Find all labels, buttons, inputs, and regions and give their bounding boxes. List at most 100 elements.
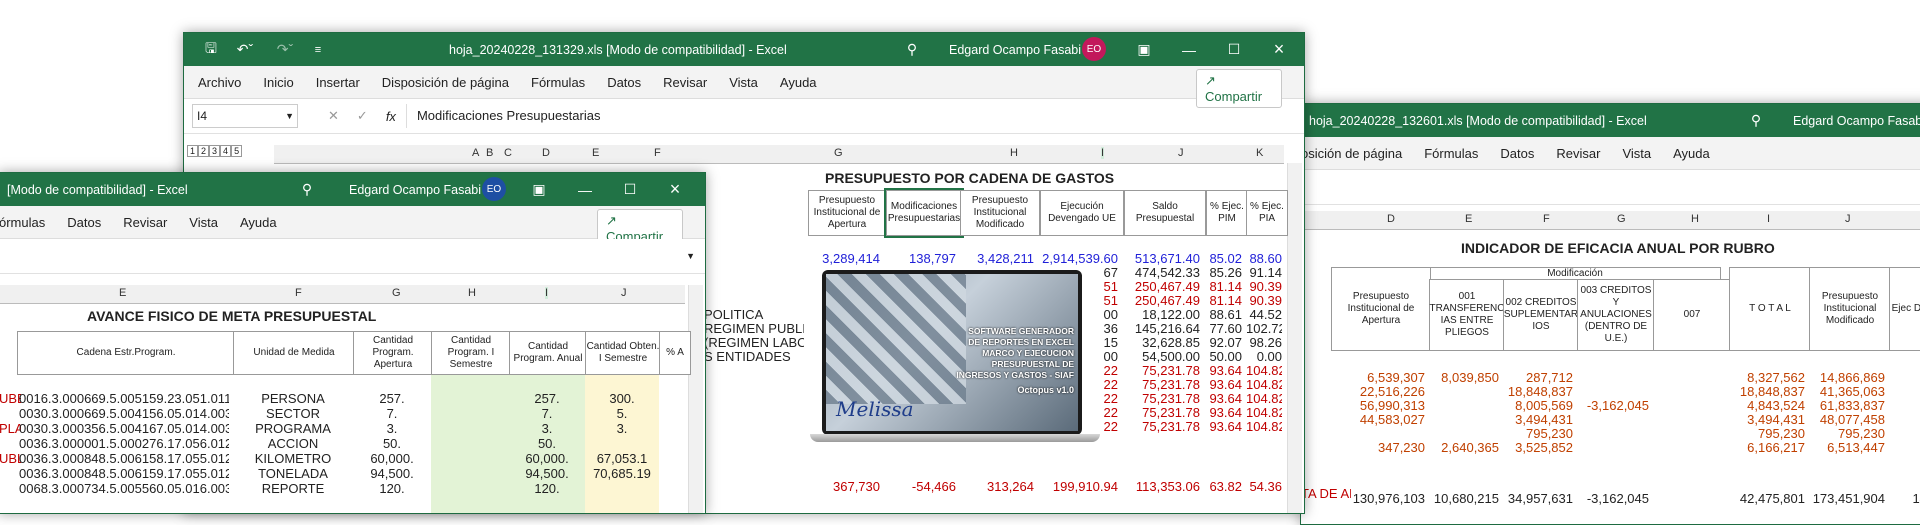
vertical-scrollbar[interactable] — [1287, 163, 1302, 513]
promo-line-3: MARCO Y EJECUCION — [982, 348, 1074, 358]
col-f[interactable]: F — [654, 147, 661, 159]
tab-formulas[interactable]: Fórmulas — [1424, 146, 1478, 161]
col-f[interactable]: F — [1543, 213, 1550, 225]
col-i[interactable]: I — [1101, 147, 1105, 159]
customize-toolbar-icon[interactable]: ≡ — [308, 33, 328, 66]
tab-data[interactable]: Datos — [607, 75, 641, 90]
col-h[interactable]: H — [1691, 213, 1699, 225]
tab-review[interactable]: Revisar — [123, 215, 167, 230]
col-g[interactable]: G — [1617, 213, 1626, 225]
col-j[interactable]: J — [1178, 147, 1184, 159]
col-i[interactable]: I — [545, 287, 549, 299]
save-icon[interactable]: 🖫 — [200, 33, 222, 66]
share-button[interactable]: ↗ Compartir — [1196, 69, 1282, 108]
fx-icon[interactable]: fx — [386, 109, 396, 124]
formula-input[interactable]: Modificaciones Presupuestarias — [405, 104, 1304, 128]
table-header-1: Modificaciones Presupuestarias — [884, 188, 964, 238]
formula-bar[interactable] — [1301, 170, 1920, 205]
table-cell: 4,843,524 — [1747, 398, 1805, 413]
table-cell: 173,451,904 — [1812, 491, 1885, 506]
chevron-down-icon[interactable]: ▼ — [686, 251, 695, 261]
search-icon[interactable]: ⚲ — [292, 173, 322, 206]
col-i[interactable]: I — [1767, 213, 1770, 225]
tab-view[interactable]: Vista — [729, 75, 758, 90]
table-cell: PLA — [0, 421, 21, 436]
table-cell: 795,230 — [1838, 426, 1885, 441]
col-j[interactable]: J — [1845, 213, 1851, 225]
col-f[interactable]: F — [295, 287, 302, 299]
search-icon[interactable]: ⚲ — [897, 33, 927, 66]
close-icon[interactable]: × — [1264, 33, 1294, 66]
maximize-icon[interactable]: ☐ — [1219, 33, 1249, 66]
table-cell: 104.82 — [1246, 405, 1282, 420]
redo-icon[interactable]: ↷ˇ — [270, 33, 300, 66]
report-title: PRESUPUESTO POR CADENA DE GASTOS — [825, 170, 1115, 186]
tab-formulas[interactable]: órmulas — [0, 215, 45, 230]
table-cell: 347,230 — [1378, 440, 1425, 455]
tab-view[interactable]: Vista — [1622, 146, 1651, 161]
close-icon[interactable]: × — [660, 173, 690, 206]
tab-home[interactable]: Inicio — [263, 75, 293, 90]
tab-data[interactable]: Datos — [67, 215, 101, 230]
tab-help[interactable]: Ayuda — [1673, 146, 1710, 161]
tab-insert[interactable]: Insertar — [316, 75, 360, 90]
col-h[interactable]: H — [1010, 147, 1018, 159]
col-j[interactable]: J — [621, 287, 627, 299]
ribbon-display-icon[interactable]: ▣ — [524, 173, 554, 206]
table-cell: PERSONA — [261, 391, 325, 406]
title-bar: [Modo de compatibilidad] - Excel ⚲ Edgar… — [0, 173, 705, 206]
promo-line-1: SOFTWARE GENERADOR — [968, 326, 1074, 336]
minimize-icon[interactable]: — — [570, 173, 600, 206]
tab-formulas[interactable]: Fórmulas — [531, 75, 585, 90]
ribbon-display-icon[interactable]: ▣ — [1129, 33, 1159, 66]
outline-level-5[interactable]: 5 — [231, 145, 243, 157]
chevron-down-icon[interactable]: ▼ — [285, 105, 294, 127]
outline-level-3[interactable]: 3 — [209, 145, 221, 157]
name-box[interactable]: I4 ▼ — [192, 104, 298, 128]
avatar[interactable]: EO — [482, 177, 506, 201]
tab-view[interactable]: Vista — [189, 215, 218, 230]
undo-icon[interactable]: ↶ˇ — [230, 33, 260, 66]
col-g[interactable]: G — [392, 287, 401, 299]
outline-level-4[interactable]: 4 — [220, 145, 232, 157]
enter-icon[interactable]: ✓ — [357, 108, 368, 124]
table-cell: 257. — [534, 391, 560, 406]
tab-help[interactable]: Ayuda — [780, 75, 817, 90]
col-g[interactable]: G — [834, 147, 843, 159]
col-a[interactable]: A — [472, 147, 479, 159]
col-h[interactable]: H — [468, 287, 476, 299]
table-cell: 70,685.19 — [593, 466, 651, 481]
col-e[interactable]: E — [592, 147, 599, 159]
column-headers: D E F G H I J — [1301, 211, 1920, 230]
formula-bar[interactable]: ▼ — [0, 239, 705, 274]
col-c[interactable]: C — [504, 147, 512, 159]
ribbon-tabs: Archivo Inicio Insertar Disposición de p… — [184, 66, 1304, 108]
col-e[interactable]: E — [1465, 213, 1472, 225]
col-e[interactable]: E — [119, 287, 126, 299]
tab-help[interactable]: Ayuda — [240, 215, 277, 230]
col-d[interactable]: D — [1387, 213, 1395, 225]
maximize-icon[interactable]: ☐ — [615, 173, 645, 206]
outline-level-2[interactable]: 2 — [198, 145, 210, 157]
tab-review[interactable]: Revisar — [663, 75, 707, 90]
minimize-icon[interactable]: — — [1174, 33, 1204, 66]
search-icon[interactable]: ⚲ — [1741, 104, 1771, 137]
avatar[interactable]: EO — [1082, 37, 1106, 61]
col-d[interactable]: D — [542, 147, 550, 159]
tab-page-layout[interactable]: Disposición de página — [382, 75, 509, 90]
col-k[interactable]: K — [1256, 147, 1263, 159]
table-header-5: % Ejec. PIM — [1206, 190, 1248, 236]
cancel-icon[interactable]: ✕ — [328, 108, 339, 124]
table-cell: 141,8 — [1912, 491, 1920, 506]
tab-data[interactable]: Datos — [1500, 146, 1534, 161]
share-label: Compartir — [1205, 89, 1263, 104]
table-cell: 75,231.78 — [1142, 419, 1200, 434]
outline-level-1[interactable]: 1 — [187, 145, 199, 157]
tab-page-layout[interactable]: osición de página — [1301, 146, 1402, 161]
col-b[interactable]: B — [486, 147, 493, 159]
vertical-scrollbar[interactable] — [688, 285, 703, 513]
tab-review[interactable]: Revisar — [1556, 146, 1600, 161]
table-cell: 61,833,837 — [1819, 398, 1885, 413]
table-header-0: Presupuesto Institucional de Apertura — [808, 190, 886, 236]
tab-file[interactable]: Archivo — [198, 75, 241, 90]
